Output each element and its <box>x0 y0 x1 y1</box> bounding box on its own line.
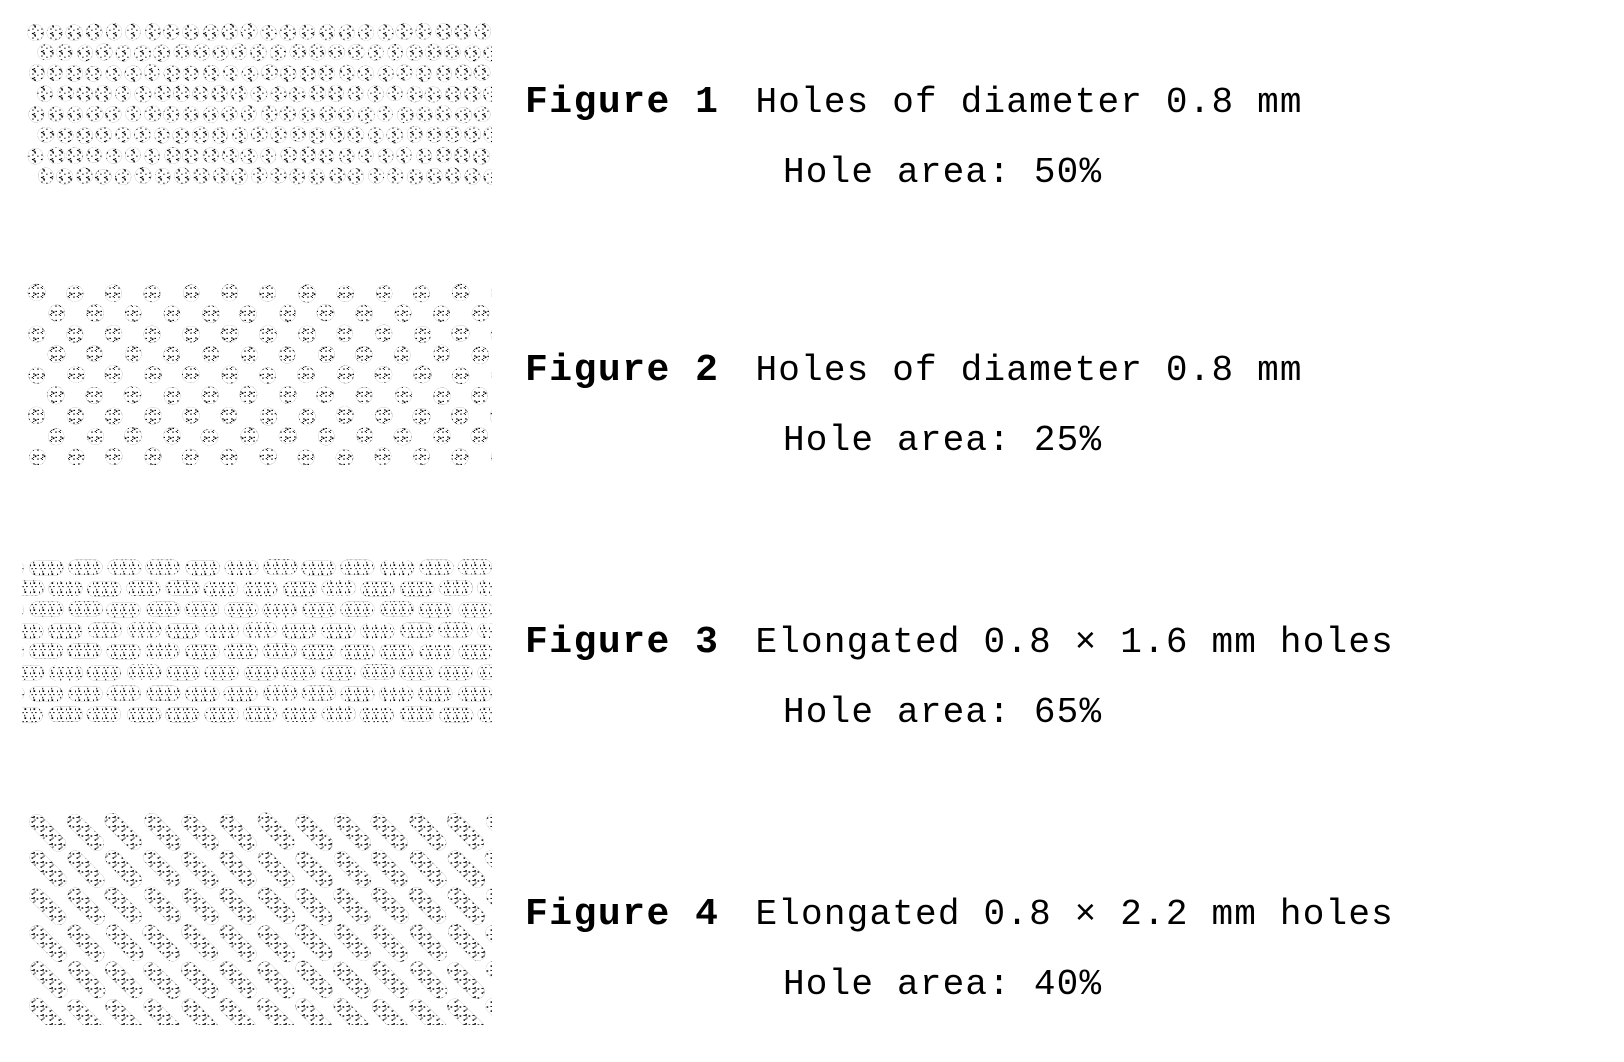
figure-entry-4: Figure 4 Elongated 0.8 × 2.2 mm holes Ho… <box>0 810 1624 1062</box>
caption-primary-line-1: Figure 1 Holes of diameter 0.8 mm <box>525 76 1595 130</box>
figure-hole-area-2: Hole area: 25% <box>783 420 1103 461</box>
perforation-pattern-figure-2 <box>22 280 492 465</box>
figure-description-2: Holes of diameter 0.8 mm <box>755 350 1303 391</box>
figure-caption-4: Figure 4 Elongated 0.8 × 2.2 mm holes Ho… <box>525 888 1595 1012</box>
pattern-artwork-circles-sparse <box>27 283 492 465</box>
figure-entry-1: Figure 1 Holes of diameter 0.8 mm Hole a… <box>0 0 1624 270</box>
figure-hole-area-1: Hole area: 50% <box>783 152 1103 193</box>
caption-primary-line-3: Figure 3 Elongated 0.8 × 1.6 mm holes <box>525 616 1595 670</box>
perforation-pattern-figure-4 <box>22 810 492 1025</box>
figure-label-1: Figure 1 <box>525 81 720 124</box>
figure-description-3: Elongated 0.8 × 1.6 mm holes <box>755 622 1394 663</box>
figure-label-2: Figure 2 <box>525 349 720 392</box>
perforation-pattern-figure-1 <box>22 22 492 197</box>
caption-primary-line-4: Figure 4 Elongated 0.8 × 2.2 mm holes <box>525 888 1595 942</box>
figure-entry-2: Figure 2 Holes of diameter 0.8 mm Hole a… <box>0 270 1624 540</box>
figure-entry-3: Figure 3 Elongated 0.8 × 1.6 mm holes Ho… <box>0 540 1624 810</box>
figure-sheet: Figure 1 Holes of diameter 0.8 mm Hole a… <box>0 0 1624 1062</box>
pattern-artwork-circles-dense <box>27 22 492 185</box>
figure-hole-area-4: Hole area: 40% <box>783 964 1103 1005</box>
figure-description-1: Holes of diameter 0.8 mm <box>755 82 1303 123</box>
figure-description-4: Elongated 0.8 × 2.2 mm holes <box>755 894 1394 935</box>
figure-label-4: Figure 4 <box>525 893 720 936</box>
pattern-artwork-horizontal-slots <box>22 559 492 723</box>
perforation-pattern-figure-3 <box>22 552 492 742</box>
figure-caption-1: Figure 1 Holes of diameter 0.8 mm Hole a… <box>525 76 1595 200</box>
figure-hole-area-3: Hole area: 65% <box>783 692 1103 733</box>
figure-label-3: Figure 3 <box>525 621 720 664</box>
figure-caption-3: Figure 3 Elongated 0.8 × 1.6 mm holes Ho… <box>525 616 1595 740</box>
pattern-artwork-diagonal-slots <box>28 812 492 1025</box>
caption-primary-line-2: Figure 2 Holes of diameter 0.8 mm <box>525 344 1595 398</box>
figure-caption-2: Figure 2 Holes of diameter 0.8 mm Hole a… <box>525 344 1595 468</box>
